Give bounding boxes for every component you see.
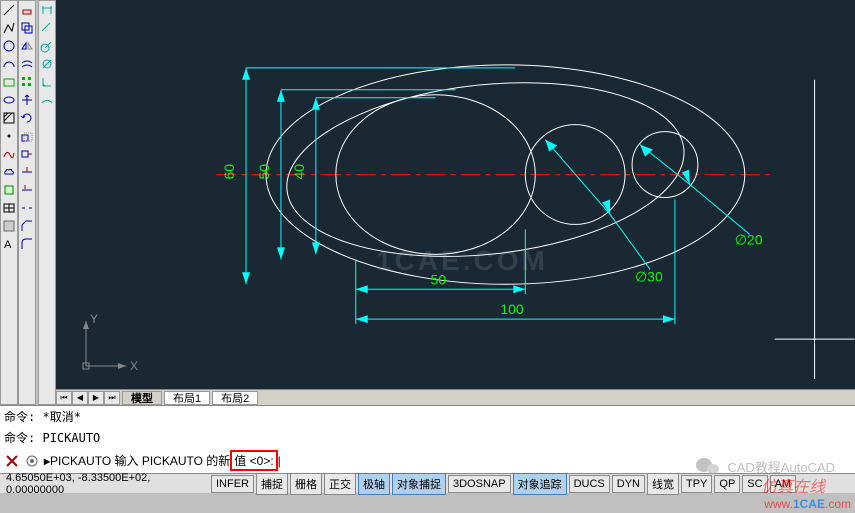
status-lwt[interactable]: 线宽 [647,473,679,495]
fillet-icon[interactable] [19,236,35,252]
move-icon[interactable] [19,92,35,108]
region-icon[interactable] [1,218,17,234]
drawing-canvas[interactable]: 60 50 40 50 [56,0,855,389]
erase-icon[interactable] [19,2,35,18]
scroll-last-icon[interactable]: ⏭ [104,391,120,405]
status-tpy[interactable]: TPY [681,475,712,493]
ucs-icon: X Y [76,311,146,381]
rect-icon[interactable] [1,74,17,90]
dim-toolbar [38,0,56,405]
cmd-gear-icon[interactable] [24,453,40,469]
text-icon[interactable]: A [1,236,17,252]
scale-icon[interactable] [19,128,35,144]
dim-100: 100 [500,301,524,317]
status-polar[interactable]: 极轴 [358,473,390,495]
polyline-icon[interactable] [1,20,17,36]
svg-text:A: A [4,239,12,251]
hatch-icon[interactable] [1,110,17,126]
spline-icon[interactable] [1,146,17,162]
cmd-close-icon[interactable] [4,453,20,469]
status-ortho[interactable]: 正交 [324,473,356,495]
status-sc[interactable]: SC [742,475,767,493]
trim-icon[interactable] [19,164,35,180]
status-ducs[interactable]: DUCS [569,475,610,493]
dim-phi20: ∅20 [735,231,763,247]
draw-toolbar: A [0,0,18,405]
status-3dosnap[interactable]: 3DOSNAP [448,475,511,493]
dim-aligned-icon[interactable] [39,20,55,36]
extend-icon[interactable] [19,182,35,198]
status-otrack[interactable]: 对象追踪 [513,473,567,495]
status-dyn[interactable]: DYN [612,475,645,493]
cmd-history-2: 命令: PICKAUTO [0,427,855,448]
tab-bar: ⏮ ◀ ▶ ⏭ 模型 布局1 布局2 [56,389,855,405]
copy-icon[interactable] [19,20,35,36]
stretch-icon[interactable] [19,146,35,162]
break-icon[interactable] [19,200,35,216]
dim-linear-icon[interactable] [39,2,55,18]
tab-layout1[interactable]: 布局1 [164,391,210,405]
cmd-default-box: 值 <0>: [230,450,277,471]
status-bar: 4.65050E+03, -8.33500E+02, 0.00000000 IN… [0,473,855,493]
scroll-first-icon[interactable]: ⏮ [56,391,72,405]
array-icon[interactable] [19,74,35,90]
block-icon[interactable] [1,182,17,198]
line-icon[interactable] [1,2,17,18]
dim-diameter-icon[interactable] [39,56,55,72]
scroll-prev-icon[interactable]: ◀ [72,391,88,405]
status-am[interactable]: AM [770,475,797,493]
command-area: 命令: *取消* 命令: PICKAUTO ▸ PICKAUTO 输入 PICK… [0,405,855,473]
status-snap[interactable]: 捕捉 [256,473,288,495]
dim-radius-icon[interactable] [39,38,55,54]
status-grid[interactable]: 栅格 [290,473,322,495]
scroll-next-icon[interactable]: ▶ [88,391,104,405]
circle-icon[interactable] [1,38,17,54]
point-icon[interactable] [1,128,17,144]
dim-60: 60 [221,164,237,180]
dim-phi30: ∅30 [635,268,663,284]
status-osnap[interactable]: 对象捕捉 [392,473,446,495]
watermark-url: www.1CAE.com [764,497,851,511]
cloud-icon[interactable] [1,164,17,180]
ellipse-icon[interactable] [1,92,17,108]
rotate-icon[interactable] [19,110,35,126]
modify-toolbar [18,0,36,405]
cmd-history-1: 命令: *取消* [0,406,855,427]
tab-layout2[interactable]: 布局2 [212,391,258,405]
svg-text:Y: Y [90,312,98,326]
status-infer[interactable]: INFER [211,475,254,493]
coord-readout: 4.65050E+03, -8.33500E+02, 0.00000000 [0,472,210,496]
offset-icon[interactable] [19,56,35,72]
chamfer-icon[interactable] [19,218,35,234]
mirror-icon[interactable] [19,38,35,54]
table-icon[interactable] [1,200,17,216]
tab-model[interactable]: 模型 [122,391,162,405]
dim-50v: 50 [256,164,272,180]
dim-angular-icon[interactable] [39,74,55,90]
dim-50h: 50 [431,271,447,287]
dim-arc-icon[interactable] [39,92,55,108]
cmd-prompt[interactable]: PICKAUTO 输入 PICKAUTO 的新值 <0>:| [50,450,281,471]
dim-40: 40 [291,164,307,180]
status-qp[interactable]: QP [714,475,740,493]
arc-icon[interactable] [1,56,17,72]
svg-text:X: X [130,359,138,373]
